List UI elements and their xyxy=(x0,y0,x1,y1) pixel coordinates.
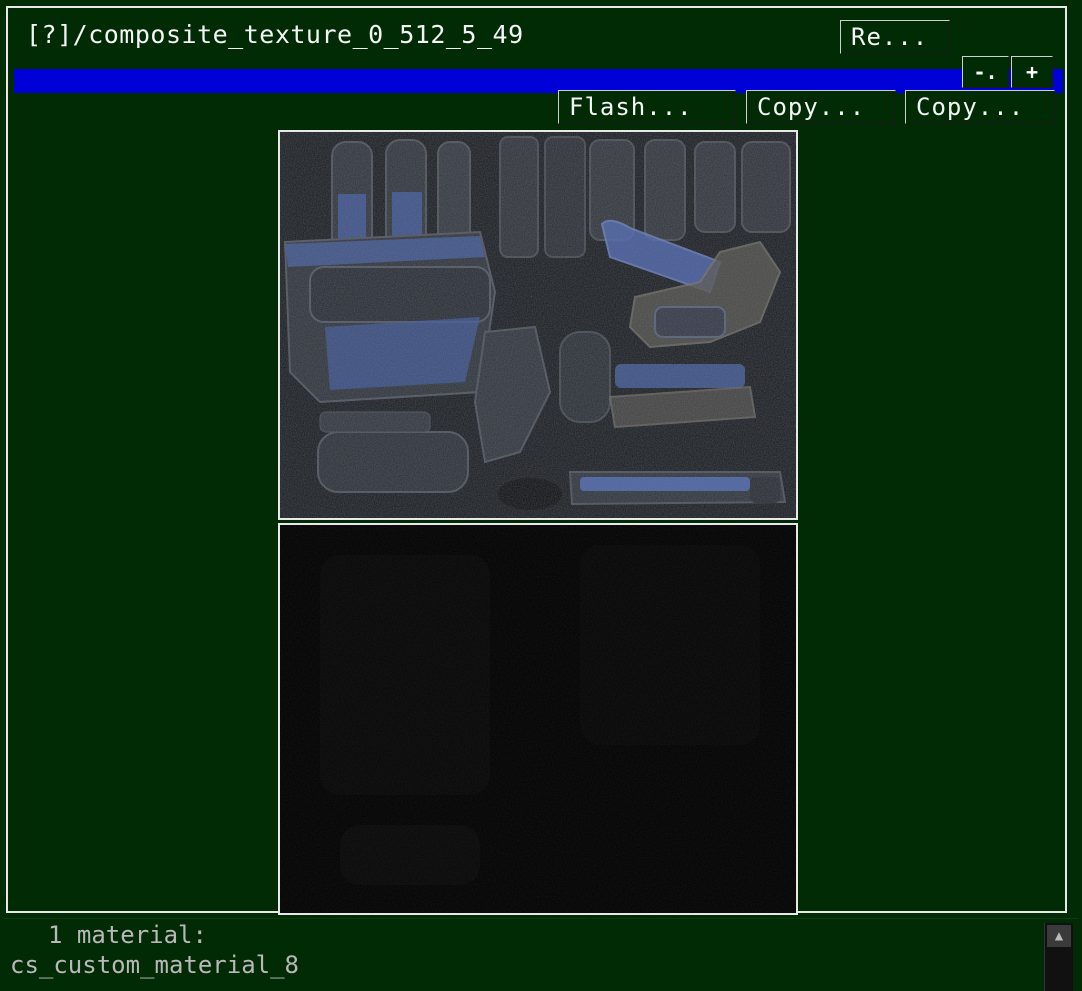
status-scrollbar[interactable]: ▲ xyxy=(1044,923,1073,991)
texture-viewer-panel: [?]/composite_texture_0_512_5_49 Re... -… xyxy=(6,6,1067,915)
zoom-in-button[interactable]: + xyxy=(1011,56,1053,88)
copy-button-1[interactable]: Copy... xyxy=(746,90,896,124)
material-count-text: 1 material: xyxy=(48,921,207,949)
zoom-out-button[interactable]: -. xyxy=(962,56,1009,88)
panel-title: [?]/composite_texture_0_512_5_49 xyxy=(26,20,524,49)
refresh-button[interactable]: Re... xyxy=(840,20,950,54)
status-bar: 1 material: cs_custom_material_8 ▲ xyxy=(4,918,1078,991)
texture-preview-diffuse xyxy=(278,130,798,520)
material-name-text: cs_custom_material_8 xyxy=(10,951,299,979)
scroll-up-arrow-icon[interactable]: ▲ xyxy=(1047,925,1071,947)
texture-preview-secondary xyxy=(278,523,798,915)
texture-atlas-image xyxy=(280,132,796,518)
flash-button[interactable]: Flash... xyxy=(558,90,736,124)
texture-secondary-image xyxy=(280,525,796,913)
copy-button-2[interactable]: Copy... xyxy=(905,90,1055,124)
